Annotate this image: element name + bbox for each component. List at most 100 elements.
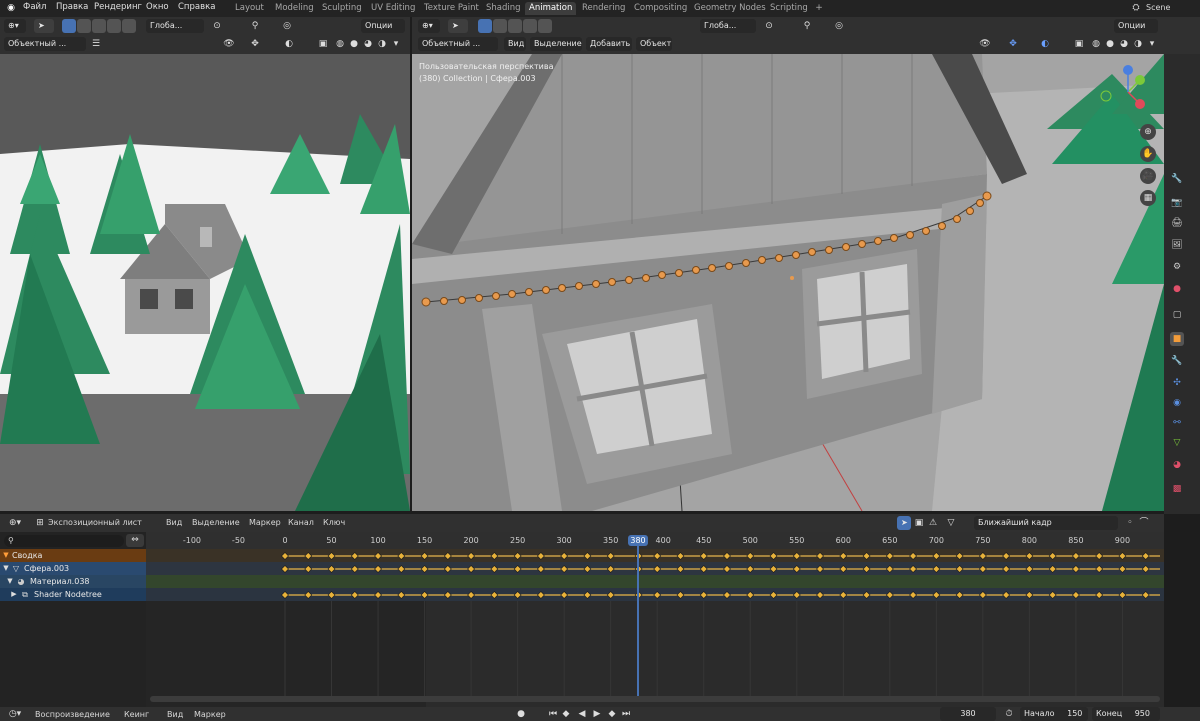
play-icon[interactable]: ▶ [591, 707, 603, 721]
summary-keyframe[interactable] [536, 552, 545, 560]
nodetree-keyframe[interactable] [536, 591, 545, 599]
nodetree-keyframe[interactable] [1072, 591, 1080, 599]
object-keyframe[interactable] [1095, 565, 1104, 573]
object-keyframe[interactable] [1072, 565, 1080, 573]
object-keyframe[interactable] [374, 565, 382, 573]
menu-playback[interactable]: Воспроизведение [35, 710, 110, 719]
summary-keyframe[interactable] [1141, 552, 1150, 560]
summary-keyframe[interactable] [1025, 552, 1034, 560]
nodetree-keyframe[interactable] [374, 591, 382, 599]
nodetree-keyframe[interactable] [304, 591, 313, 599]
object-keyframe[interactable] [932, 565, 941, 573]
summary-keyframe[interactable] [769, 552, 778, 560]
nodetree-keyframe[interactable] [862, 591, 871, 599]
nodetree-keyframe[interactable] [955, 591, 964, 599]
object-keyframe[interactable] [350, 565, 359, 573]
object-keyframe[interactable] [955, 565, 964, 573]
summary-keyframe[interactable] [676, 552, 685, 560]
summary-keyframe[interactable] [1118, 552, 1127, 560]
object-keyframe[interactable] [1002, 565, 1011, 573]
summary-keyframe[interactable] [583, 552, 592, 560]
summary-keyframe[interactable] [374, 552, 382, 560]
summary-keyframe[interactable] [723, 552, 731, 560]
summary-keyframe[interactable] [560, 552, 569, 560]
summary-keyframe[interactable] [746, 552, 755, 560]
nodetree-keyframe[interactable] [513, 591, 522, 599]
summary-keyframe[interactable] [443, 552, 452, 560]
playhead-line[interactable] [637, 546, 639, 696]
summary-keyframe[interactable] [816, 552, 824, 560]
nodetree-keyframe[interactable] [490, 591, 499, 599]
end-frame-field[interactable]: Конец 950 [1092, 707, 1160, 721]
nodetree-keyframe[interactable] [932, 591, 941, 599]
object-keyframe[interactable] [560, 565, 569, 573]
nodetree-keyframe[interactable] [699, 591, 708, 599]
summary-keyframe[interactable] [932, 552, 941, 560]
preview-range-icon[interactable]: ⏱ [1003, 707, 1015, 721]
object-keyframe[interactable] [909, 565, 918, 573]
object-keyframe[interactable] [885, 565, 894, 573]
summary-keyframe[interactable] [1095, 552, 1104, 560]
summary-keyframe[interactable] [350, 552, 359, 560]
object-keyframe[interactable] [839, 565, 848, 573]
summary-keyframe[interactable] [397, 552, 406, 560]
nodetree-keyframe[interactable] [560, 591, 569, 599]
nodetree-keyframe[interactable] [1141, 591, 1150, 599]
nodetree-keyframe[interactable] [792, 591, 801, 599]
nodetree-keyframe[interactable] [420, 591, 429, 599]
nodetree-keyframe[interactable] [1118, 591, 1127, 599]
object-keyframe[interactable] [397, 565, 406, 573]
object-keyframe[interactable] [769, 565, 778, 573]
nodetree-keyframe[interactable] [676, 591, 685, 599]
object-keyframe[interactable] [536, 565, 545, 573]
nodetree-keyframe[interactable] [816, 591, 824, 599]
summary-keyframe[interactable] [281, 552, 289, 560]
nodetree-keyframe[interactable] [281, 591, 289, 599]
object-keyframe[interactable] [699, 565, 708, 573]
object-keyframe[interactable] [443, 565, 452, 573]
horizontal-scrollbar[interactable] [150, 696, 1160, 702]
object-keyframe[interactable] [1048, 565, 1057, 573]
summary-keyframe[interactable] [978, 552, 987, 560]
summary-keyframe[interactable] [955, 552, 964, 560]
summary-keyframe[interactable] [885, 552, 894, 560]
start-frame-field[interactable]: Начало 150 [1020, 707, 1088, 721]
nodetree-keyframe[interactable] [606, 591, 615, 599]
summary-keyframe[interactable] [467, 552, 476, 560]
nodetree-keyframe[interactable] [1048, 591, 1057, 599]
summary-keyframe[interactable] [513, 552, 522, 560]
object-keyframe[interactable] [467, 565, 476, 573]
prev-keyframe-icon[interactable]: ◆ [560, 707, 572, 721]
summary-keyframe[interactable] [1002, 552, 1011, 560]
object-keyframe[interactable] [304, 565, 313, 573]
object-keyframe[interactable] [816, 565, 824, 573]
menu-marker[interactable]: Маркер [194, 710, 226, 719]
editor-type-icon[interactable]: ◷▾ [4, 707, 26, 721]
nodetree-keyframe[interactable] [723, 591, 731, 599]
nodetree-keyframe[interactable] [839, 591, 848, 599]
nodetree-keyframe[interactable] [443, 591, 452, 599]
object-keyframe[interactable] [606, 565, 615, 573]
summary-keyframe[interactable] [490, 552, 499, 560]
nodetree-keyframe[interactable] [1002, 591, 1011, 599]
object-keyframe[interactable] [676, 565, 685, 573]
record-icon[interactable]: ● [515, 707, 527, 721]
object-keyframe[interactable] [653, 565, 662, 573]
summary-keyframe[interactable] [420, 552, 429, 560]
summary-keyframe[interactable] [304, 552, 313, 560]
nodetree-keyframe[interactable] [653, 591, 662, 599]
nodetree-keyframe[interactable] [467, 591, 476, 599]
nodetree-keyframe[interactable] [583, 591, 592, 599]
nodetree-keyframe[interactable] [746, 591, 755, 599]
object-keyframe[interactable] [862, 565, 871, 573]
object-keyframe[interactable] [792, 565, 801, 573]
object-keyframe[interactable] [723, 565, 731, 573]
jump-start-icon[interactable]: ⏮ [547, 707, 559, 721]
nodetree-keyframe[interactable] [1095, 591, 1104, 599]
nodetree-keyframe[interactable] [769, 591, 778, 599]
summary-keyframe[interactable] [839, 552, 848, 560]
summary-keyframe[interactable] [1072, 552, 1080, 560]
object-keyframe[interactable] [1141, 565, 1150, 573]
nodetree-keyframe[interactable] [885, 591, 894, 599]
nodetree-keyframe[interactable] [978, 591, 987, 599]
